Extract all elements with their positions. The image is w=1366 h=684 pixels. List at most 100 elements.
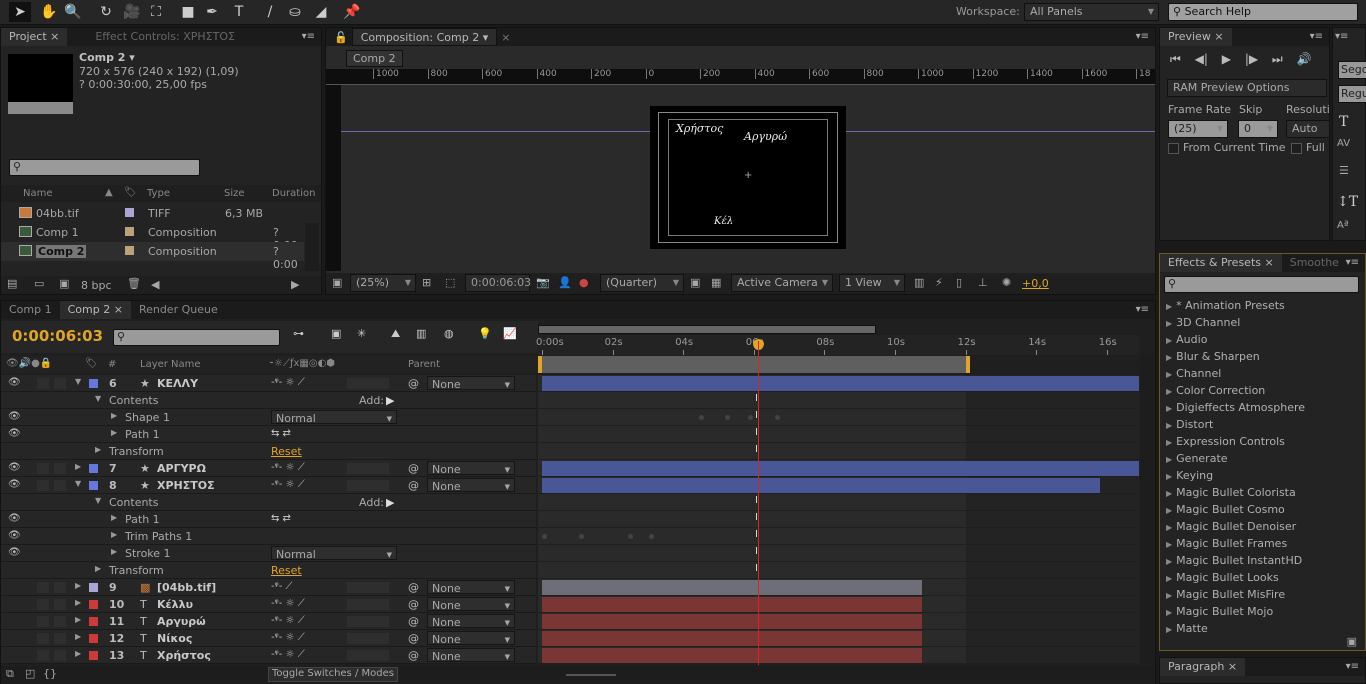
camera-tool-icon[interactable]: 🎥 xyxy=(121,2,143,22)
tab-render-queue[interactable]: Render Queue xyxy=(131,301,226,319)
mode-switches[interactable] xyxy=(347,633,389,644)
scroll-right-icon[interactable]: ▶ xyxy=(291,278,299,291)
lock-switch[interactable] xyxy=(54,633,66,644)
full-screen-checkbox[interactable] xyxy=(1291,143,1302,154)
layer-switches[interactable]: -ᵠ- ☼ ⟋ xyxy=(271,632,305,643)
layer-duration-bar[interactable] xyxy=(542,614,922,629)
label-color[interactable] xyxy=(89,600,98,609)
rectangle-tool-icon[interactable]: ■ xyxy=(177,2,199,22)
tab-paragraph[interactable]: Paragraph × xyxy=(1160,658,1246,676)
effect-category[interactable]: ▶ Magic Bullet Frames xyxy=(1160,535,1350,552)
effect-category[interactable]: ▶ Magic Bullet Mojo xyxy=(1160,603,1350,620)
frame-blending-icon[interactable]: ⛰ xyxy=(391,327,400,341)
parent-dropdown[interactable]: None ▼ xyxy=(427,648,515,663)
keyframe-icon[interactable] xyxy=(725,415,731,420)
parent-dropdown[interactable]: None ▼ xyxy=(427,597,515,612)
layer-switches[interactable]: -ᵠ- ☼ ⟋ xyxy=(271,649,305,660)
reset-link[interactable]: Reset xyxy=(271,564,302,577)
lock-switch[interactable] xyxy=(54,480,66,491)
eye-icon[interactable]: 👁 xyxy=(8,462,21,473)
solo-switch[interactable] xyxy=(37,480,49,491)
project-item[interactable]: 04bb.tif TIFF 6,3 MB xyxy=(1,204,304,223)
current-time-indicator[interactable] xyxy=(758,341,760,665)
layer-name[interactable]: Χρήστος xyxy=(157,649,211,662)
effect-category[interactable]: ▶ Audio xyxy=(1160,331,1350,348)
eraser-tool-icon[interactable]: ◢ xyxy=(310,2,332,22)
parent-dropdown[interactable]: None ▼ xyxy=(427,478,515,493)
eye-icon[interactable]: 👁 xyxy=(8,428,21,439)
keyframe-icon[interactable] xyxy=(748,415,754,420)
eye-icon[interactable]: 👁 xyxy=(8,479,21,490)
path-mode-icons[interactable]: ⇆ ⇄ xyxy=(271,428,291,439)
layer-switches[interactable]: -ᵠ- ☼ ⟋ xyxy=(271,598,305,609)
project-search-input[interactable]: ⚲ xyxy=(9,159,200,176)
parent-dropdown[interactable]: None ▼ xyxy=(427,461,515,476)
keyframe-icon[interactable] xyxy=(628,534,634,539)
property-row[interactable]: ▼ Contents Add: ▶ xyxy=(1,494,536,511)
hide-shy-icon[interactable]: ✳ xyxy=(357,327,366,340)
add-button[interactable]: Add: xyxy=(359,394,384,407)
effect-category[interactable]: ▶ 3D Channel xyxy=(1160,314,1350,331)
search-help-input[interactable]: ⚲ Search Help xyxy=(1168,3,1358,21)
type-tool-icon[interactable]: T xyxy=(228,2,250,22)
label-color[interactable] xyxy=(125,246,134,255)
tab-preview[interactable]: Preview × xyxy=(1160,28,1232,46)
property-row[interactable]: 👁 ▶ Path 1 ⇆ ⇄ xyxy=(1,426,536,443)
layer-name[interactable]: ΚΕΛΛΥ xyxy=(157,377,198,390)
lock-icon[interactable]: 🔓 xyxy=(334,31,348,44)
layer-switches[interactable]: -ᵠ- ☼ ⟋ xyxy=(271,479,305,490)
selection-tool-icon[interactable]: ➤ xyxy=(9,2,31,22)
auto-keyframe-icon[interactable]: 💡 xyxy=(478,327,492,340)
prev-frame-icon[interactable]: ◀| xyxy=(1195,52,1208,66)
eye-icon[interactable]: 👁 xyxy=(8,411,21,422)
blend-mode-dropdown[interactable]: Normal ▼ xyxy=(271,410,397,425)
new-comp-icon[interactable]: ▣ xyxy=(59,277,69,290)
effect-category[interactable]: ▶ Magic Bullet InstantHD xyxy=(1160,552,1350,569)
layer-row[interactable]: ▶ 11 T Αργυρώ -ᵠ- ☼ ⟋ @ None ▼ xyxy=(1,613,536,630)
twirl-right-icon[interactable]: ▶ xyxy=(111,530,117,539)
comp-canvas[interactable]: Χρήστος Αργυρώ Κέλ + xyxy=(650,106,846,249)
skip-dropdown[interactable]: 0 ▼ xyxy=(1238,120,1278,138)
effect-category[interactable]: ▶ Distort xyxy=(1160,416,1350,433)
pick-whip-icon[interactable]: @ xyxy=(408,581,419,594)
parent-dropdown[interactable]: None ▼ xyxy=(427,376,515,391)
parent-dropdown[interactable]: None ▼ xyxy=(427,580,515,595)
blend-mode-dropdown[interactable]: Normal ▼ xyxy=(271,546,397,561)
layer-name[interactable]: [04bb.tif] xyxy=(157,581,216,594)
keyframe-icon[interactable] xyxy=(649,534,655,539)
hand-tool-icon[interactable]: ✋ xyxy=(38,2,60,22)
eye-icon[interactable]: 👁 xyxy=(8,377,21,388)
layer-switches[interactable]: -ᵠ- ☼ ⟋ xyxy=(271,462,305,473)
region-of-interest-icon[interactable]: ▣ xyxy=(690,276,700,289)
tab-smoother[interactable]: Smoothe xyxy=(1282,254,1347,272)
from-current-time-checkbox[interactable] xyxy=(1168,143,1179,154)
panel-menu-icon[interactable]: ▾≡ xyxy=(1136,304,1149,315)
twirl-down-icon[interactable]: ▼ xyxy=(75,479,81,488)
layer-row[interactable]: 👁 ▼ 8 ★ ΧΡΗΣΤΟΣ -ᵠ- ☼ ⟋ @ None ▼ xyxy=(1,477,536,494)
twirl-down-icon[interactable]: ▼ xyxy=(75,377,81,386)
panel-menu-icon[interactable]: ▾≡ xyxy=(1346,661,1359,672)
pick-whip-icon[interactable]: @ xyxy=(408,632,419,645)
snapshot-icon[interactable]: 📷 xyxy=(536,276,550,289)
property-row[interactable]: ▶ Transform Reset xyxy=(1,443,536,460)
solo-switch[interactable] xyxy=(37,616,49,627)
rotation-tool-icon[interactable]: ↻ xyxy=(95,2,117,22)
add-icon[interactable]: ▶ xyxy=(386,496,394,509)
column-duration[interactable]: Duration xyxy=(272,188,315,199)
toggle-switches-modes-button[interactable]: Toggle Switches / Modes xyxy=(268,667,398,682)
mode-switches[interactable] xyxy=(347,650,389,661)
effect-category[interactable]: ▶ Digieffects Atmosphere xyxy=(1160,399,1350,416)
new-folder-icon[interactable]: ▭ xyxy=(34,277,44,290)
property-row[interactable]: ▼ Contents Add: ▶ xyxy=(1,392,536,409)
mode-switches[interactable] xyxy=(347,480,389,491)
tab-effects-presets[interactable]: Effects & Presets × xyxy=(1160,254,1282,272)
effect-category[interactable]: ▶ Magic Bullet Denoiser xyxy=(1160,518,1350,535)
parent-dropdown[interactable]: None ▼ xyxy=(427,631,515,646)
layer-row[interactable]: 👁 ▼ 6 ★ ΚΕΛΛΥ -ᵠ- ☼ ⟋ @ None ▼ xyxy=(1,375,536,392)
layer-row[interactable]: ▶ 13 T Χρήστος -ᵠ- ☼ ⟋ @ None ▼ xyxy=(1,647,536,664)
first-frame-icon[interactable]: ⏮ xyxy=(1170,52,1181,66)
column-size[interactable]: Size xyxy=(224,188,245,199)
resolution-dropdown[interactable]: Auto xyxy=(1286,120,1330,138)
tab-comp-1[interactable]: Comp 1 xyxy=(1,301,60,319)
motion-blur-icon[interactable]: ▥ xyxy=(416,327,426,340)
